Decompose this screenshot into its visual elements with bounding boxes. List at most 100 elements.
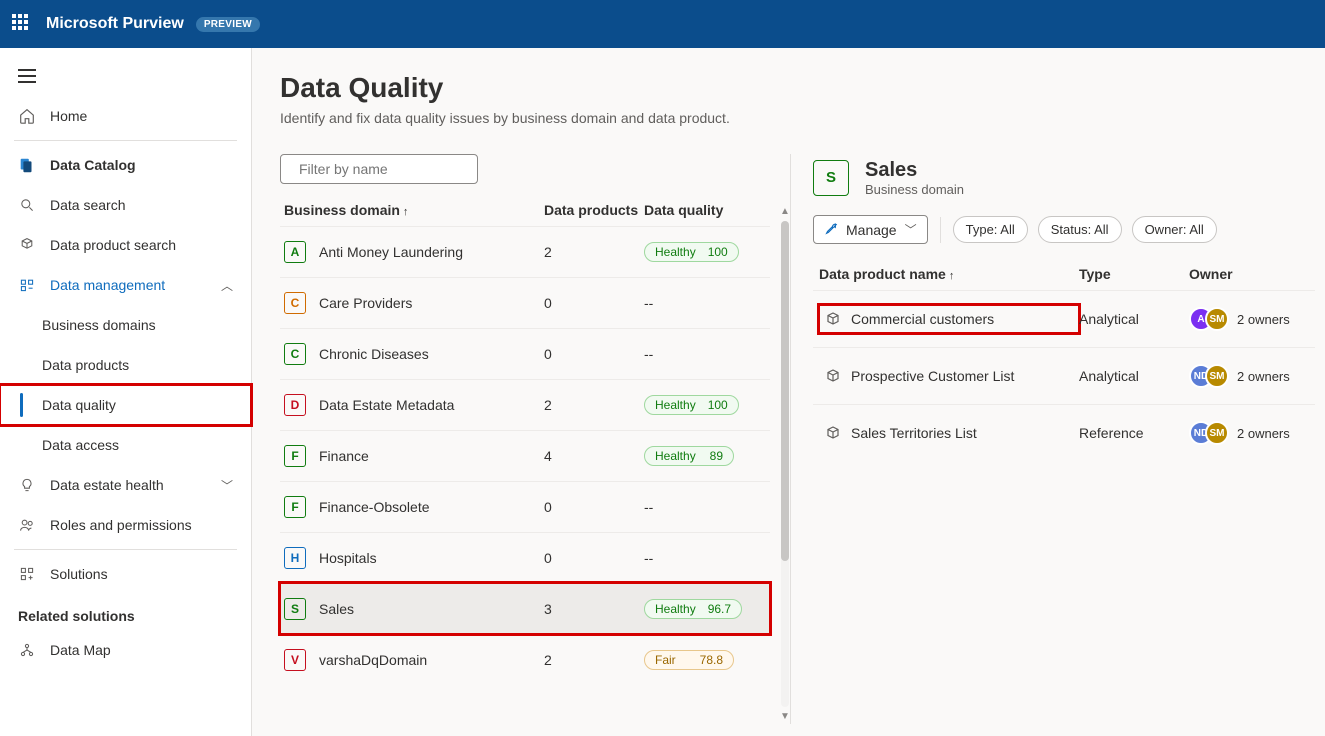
sidebar-divider bbox=[14, 549, 237, 550]
sidebar-item-label: Home bbox=[50, 108, 87, 124]
main-content: Data Quality Identify and fix data quali… bbox=[252, 48, 1325, 736]
domain-letter-badge: H bbox=[284, 547, 306, 569]
sitemap-icon bbox=[18, 641, 36, 659]
status-label: Fair bbox=[655, 653, 676, 667]
sidebar-item-product-search[interactable]: Data product search bbox=[0, 225, 251, 265]
data-product-table-header: Data product name↑ Type Owner bbox=[813, 258, 1315, 290]
data-product-row[interactable]: Commercial customers Analytical A SM 2 o… bbox=[813, 290, 1315, 347]
data-product-name: Commercial customers bbox=[851, 311, 994, 327]
page-title: Data Quality bbox=[280, 72, 1325, 104]
sidebar-item-data-search[interactable]: Data search bbox=[0, 185, 251, 225]
divider bbox=[940, 217, 941, 243]
data-product-name: Sales Territories List bbox=[851, 425, 977, 441]
search-icon bbox=[18, 196, 36, 214]
domain-row[interactable]: S Sales 3 Healthy96.7 bbox=[280, 583, 770, 634]
domain-row[interactable]: F Finance 4 Healthy89 bbox=[280, 430, 770, 481]
domain-row[interactable]: V varshaDqDomain 2 Fair78.8 bbox=[280, 634, 770, 685]
sidebar-item-data-quality[interactable]: Data quality bbox=[0, 385, 251, 425]
domain-row[interactable]: A Anti Money Laundering 2 Healthy100 bbox=[280, 226, 770, 277]
sidebar-item-label: Roles and permissions bbox=[50, 517, 192, 533]
score-value: 89 bbox=[710, 449, 723, 463]
hamburger-icon bbox=[18, 69, 36, 83]
home-icon bbox=[18, 107, 36, 125]
filter-field[interactable] bbox=[299, 161, 480, 177]
status-label: Healthy bbox=[655, 398, 696, 412]
domain-letter-badge: F bbox=[284, 445, 306, 467]
sidebar-item-home[interactable]: Home bbox=[0, 96, 251, 136]
sidebar-item-business-domains[interactable]: Business domains bbox=[0, 305, 251, 345]
wrench-icon bbox=[824, 221, 838, 238]
sidebar-item-label: Data search bbox=[50, 197, 125, 213]
domain-product-count: 2 bbox=[544, 244, 644, 260]
sidebar-item-label: Solutions bbox=[50, 566, 108, 582]
data-product-type: Analytical bbox=[1079, 368, 1189, 384]
data-product-row[interactable]: Sales Territories List Reference ND SM 2… bbox=[813, 404, 1315, 461]
app-launcher-icon[interactable] bbox=[12, 14, 32, 34]
domain-row[interactable]: C Care Providers 0 -- bbox=[280, 277, 770, 328]
scroll-down-icon[interactable]: ▼ bbox=[780, 709, 790, 724]
domain-table-header: Business domain↑ Data products Data qual… bbox=[280, 194, 770, 226]
people-icon bbox=[18, 516, 36, 534]
sidebar-item-data-map[interactable]: Data Map bbox=[0, 630, 251, 670]
col-header-dp-type[interactable]: Type bbox=[1079, 266, 1189, 282]
domain-detail-panel: S Sales Business domain Manage ﹀ bbox=[790, 154, 1325, 724]
sidebar-item-label: Data management bbox=[50, 277, 165, 293]
status-label: Healthy bbox=[655, 449, 696, 463]
sidebar-item-data-management[interactable]: Data management ︿ bbox=[0, 265, 251, 305]
domain-name: Sales bbox=[319, 601, 354, 617]
sidebar-item-label: Data Catalog bbox=[50, 157, 136, 173]
data-product-row[interactable]: Prospective Customer List Analytical ND … bbox=[813, 347, 1315, 404]
scrollbar[interactable]: ▲ ▼ bbox=[780, 204, 790, 724]
quality-pill: Fair 78.8 bbox=[644, 650, 734, 670]
domain-name: Chronic Diseases bbox=[319, 346, 429, 362]
domain-row[interactable]: H Hospitals 0 -- bbox=[280, 532, 770, 583]
cube-search-icon bbox=[18, 236, 36, 254]
data-mgmt-icon bbox=[18, 276, 36, 294]
domain-name: Care Providers bbox=[319, 295, 412, 311]
brand-title: Microsoft Purview bbox=[46, 15, 184, 33]
scroll-track[interactable] bbox=[781, 221, 789, 707]
domain-row[interactable]: F Finance-Obsolete 0 -- bbox=[280, 481, 770, 532]
filter-status[interactable]: Status: All bbox=[1038, 216, 1122, 243]
sidebar-item-estate-health[interactable]: Data estate health ﹀ bbox=[0, 465, 251, 505]
domain-row[interactable]: C Chronic Diseases 0 -- bbox=[280, 328, 770, 379]
sidebar-item-data-access[interactable]: Data access bbox=[0, 425, 251, 465]
sort-asc-icon: ↑ bbox=[949, 270, 955, 282]
col-header-quality[interactable]: Data quality bbox=[644, 202, 766, 218]
col-header-dp-owner[interactable]: Owner bbox=[1189, 266, 1309, 282]
status-label: Healthy bbox=[655, 602, 696, 616]
sidebar-item-data-products[interactable]: Data products bbox=[0, 345, 251, 385]
filter-by-name-input[interactable] bbox=[280, 154, 478, 184]
filter-type[interactable]: Type: All bbox=[953, 216, 1028, 243]
domain-product-count: 0 bbox=[544, 550, 644, 566]
grid-plus-icon bbox=[18, 565, 36, 583]
detail-letter-badge: S bbox=[813, 160, 849, 196]
filter-owner[interactable]: Owner: All bbox=[1132, 216, 1217, 243]
chevron-up-icon: ︿ bbox=[221, 277, 233, 294]
cube-icon bbox=[825, 425, 841, 441]
quality-empty: -- bbox=[644, 295, 653, 311]
score-value: 96.7 bbox=[708, 602, 731, 616]
col-header-domain[interactable]: Business domain↑ bbox=[284, 202, 544, 218]
domain-letter-badge: D bbox=[284, 394, 306, 416]
owner-avatars: ND SM bbox=[1189, 421, 1229, 445]
scroll-up-icon[interactable]: ▲ bbox=[780, 204, 790, 219]
domain-row[interactable]: D Data Estate Metadata 2 Healthy100 bbox=[280, 379, 770, 430]
domain-product-count: 3 bbox=[544, 601, 644, 617]
sidebar-item-roles[interactable]: Roles and permissions bbox=[0, 505, 251, 545]
sidebar: Home Data Catalog Data search Data produ… bbox=[0, 48, 252, 736]
sidebar-item-label: Data products bbox=[42, 357, 129, 373]
domain-name: Hospitals bbox=[319, 550, 377, 566]
sidebar-section-data-catalog[interactable]: Data Catalog bbox=[0, 145, 251, 185]
score-value: 78.8 bbox=[700, 653, 723, 667]
col-header-dp-name[interactable]: Data product name↑ bbox=[819, 266, 1079, 282]
sidebar-item-solutions[interactable]: Solutions bbox=[0, 554, 251, 594]
col-header-products[interactable]: Data products bbox=[544, 202, 644, 218]
manage-button[interactable]: Manage ﹀ bbox=[813, 215, 928, 244]
domain-product-count: 2 bbox=[544, 397, 644, 413]
scroll-thumb[interactable] bbox=[781, 221, 789, 561]
sidebar-item-label: Data estate health bbox=[50, 477, 164, 493]
quality-pill: Healthy 96.7 bbox=[644, 599, 742, 619]
sidebar-hamburger[interactable] bbox=[0, 56, 251, 96]
data-product-type: Analytical bbox=[1079, 311, 1189, 327]
